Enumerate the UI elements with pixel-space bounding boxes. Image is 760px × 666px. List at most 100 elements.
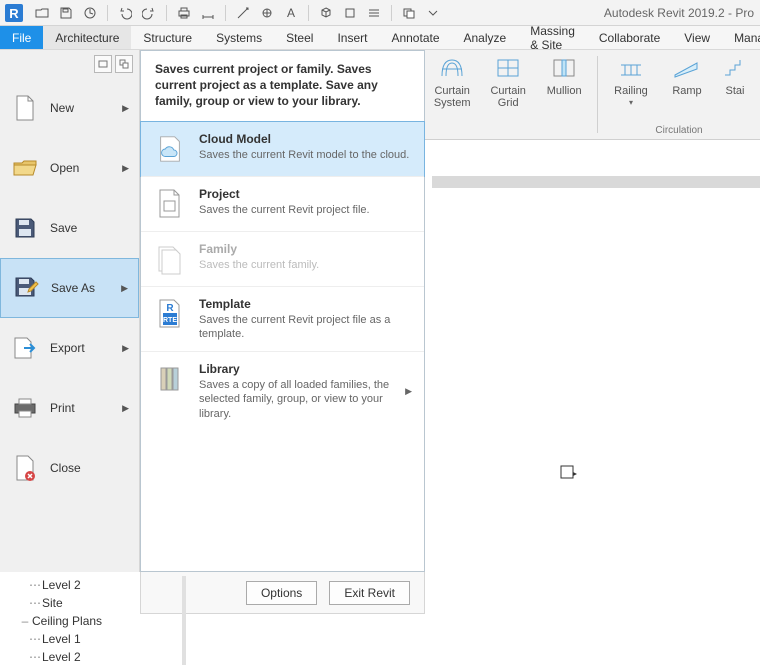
ribbon-mullion-label: Mullion [547,85,582,97]
section-icon[interactable] [340,3,360,23]
svg-text:R: R [166,303,174,314]
tab-architecture[interactable]: Architecture [43,26,131,49]
tab-massing-site[interactable]: Massing & Site [518,26,587,49]
panel-divider[interactable] [182,576,186,665]
tab-insert[interactable]: Insert [325,26,379,49]
menu-close[interactable]: Close [0,438,139,498]
template-title: Template [199,297,412,311]
thin-lines-icon[interactable] [364,3,384,23]
menu-export[interactable]: Export ▶ [0,318,139,378]
ribbon-stair[interactable]: Stai [720,54,750,105]
menu-open[interactable]: Open ▶ [0,138,139,198]
chevron-down-icon: ▾ [629,100,633,105]
browser-node: ⋯Level 1 [6,630,102,648]
family-desc: Saves the current family. [199,258,319,272]
exit-revit-button[interactable]: Exit Revit [329,581,410,605]
menu-save-label: Save [50,221,77,235]
tab-structure[interactable]: Structure [131,26,204,49]
save-as-cloud-model[interactable]: Cloud Model Saves the current Revit mode… [140,121,425,177]
chevron-right-icon: ▶ [405,386,412,397]
new-file-icon [12,95,38,121]
tab-analyze[interactable]: Analyze [452,26,519,49]
railing-icon [616,54,646,82]
close-file-icon [12,455,38,481]
mullion-icon [549,54,579,82]
curtain-system-icon [437,54,467,82]
save-as-template[interactable]: RTER Template Saves the current Revit pr… [141,286,424,352]
save-icon[interactable] [56,3,76,23]
library-desc: Saves a copy of all loaded families, the… [199,378,391,421]
menu-print[interactable]: Print ▶ [0,378,139,438]
ribbon-ramp-label: Ramp [672,85,701,97]
print-icon [12,395,38,421]
drawing-canvas[interactable] [432,188,760,665]
menu-print-label: Print [50,401,75,415]
tab-annotate[interactable]: Annotate [379,26,451,49]
browser-node: ⋯Site [6,594,102,612]
3d-icon[interactable] [316,3,336,23]
open-docs-icon[interactable] [115,55,133,73]
save-as-description: Saves current project or family. Saves c… [141,51,424,122]
ribbon-group-circulation-label: Circulation [655,125,702,139]
revit-logo-icon: R [2,1,26,25]
tab-file[interactable]: File [0,26,43,49]
tab-manage[interactable]: Mana [722,26,760,49]
browser-node: ⋯Level 2 [6,576,102,594]
family-title: Family [199,242,319,256]
ribbon-curtain-grid[interactable]: Curtain Grid [485,54,531,109]
redo-icon[interactable] [139,3,159,23]
project-title: Project [199,187,370,201]
family-file-icon [155,242,185,276]
tab-collaborate[interactable]: Collaborate [587,26,672,49]
ribbon-railing-label: Railing [614,85,648,97]
measure-icon[interactable] [198,3,218,23]
ribbon-curtain-system[interactable]: Curtain System [429,54,475,109]
sync-icon[interactable] [80,3,100,23]
tag-icon[interactable] [257,3,277,23]
tab-systems[interactable]: Systems [204,26,274,49]
project-browser[interactable]: ⋯Level 2 ⋯Site –Ceiling Plans ⋯Level 1 ⋯… [6,576,102,666]
cloud-model-desc: Saves the current Revit model to the clo… [199,148,409,162]
options-button[interactable]: Options [246,581,317,605]
menu-save-as[interactable]: Save As ▶ [0,258,139,318]
tab-view[interactable]: View [672,26,722,49]
ribbon-mullion[interactable]: Mullion [541,54,587,109]
open-folder-icon [12,155,38,181]
export-icon [12,335,38,361]
stair-icon [720,54,750,82]
ribbon-stair-label: Stai [726,85,745,97]
switch-windows-icon[interactable] [423,3,443,23]
cloud-model-icon [155,132,185,166]
application-menu-left: New ▶ Open ▶ Save Save As ▶ Export ▶ Pri… [0,50,140,572]
drawing-cursor-icon [560,465,578,486]
ribbon-curtain-grid-label: Curtain Grid [485,85,531,109]
save-as-icon [13,275,39,301]
menu-export-label: Export [50,341,85,355]
save-as-family: Family Saves the current family. [141,231,424,286]
cloud-model-title: Cloud Model [199,132,409,146]
chevron-right-icon: ▶ [121,283,128,294]
save-floppy-icon [12,215,38,241]
print-qat-icon[interactable] [174,3,194,23]
dimension-icon[interactable] [233,3,253,23]
browser-node: ⋯Level 2 [6,648,102,666]
save-as-submenu: Saves current project or family. Saves c… [140,50,425,572]
application-menu: New ▶ Open ▶ Save Save As ▶ Export ▶ Pri… [0,50,432,572]
open-icon[interactable] [32,3,52,23]
undo-icon[interactable] [115,3,135,23]
recent-docs-icon[interactable] [94,55,112,73]
ribbon-railing[interactable]: Railing ▾ [608,54,654,105]
menu-save[interactable]: Save [0,198,139,258]
close-hidden-icon[interactable] [399,3,419,23]
ribbon-tabstrip: File Architecture Structure Systems Stee… [0,26,760,50]
app-title: Autodesk Revit 2019.2 - Pro [604,6,754,20]
text-icon[interactable]: A [281,3,301,23]
view-tab-strip [432,176,760,188]
save-as-library[interactable]: Library Saves a copy of all loaded famil… [141,351,424,431]
ribbon-ramp[interactable]: Ramp [664,54,710,105]
tab-steel[interactable]: Steel [274,26,325,49]
curtain-grid-icon [493,54,523,82]
menu-new[interactable]: New ▶ [0,78,139,138]
save-as-project[interactable]: Project Saves the current Revit project … [141,176,424,231]
chevron-right-icon: ▶ [122,403,129,414]
